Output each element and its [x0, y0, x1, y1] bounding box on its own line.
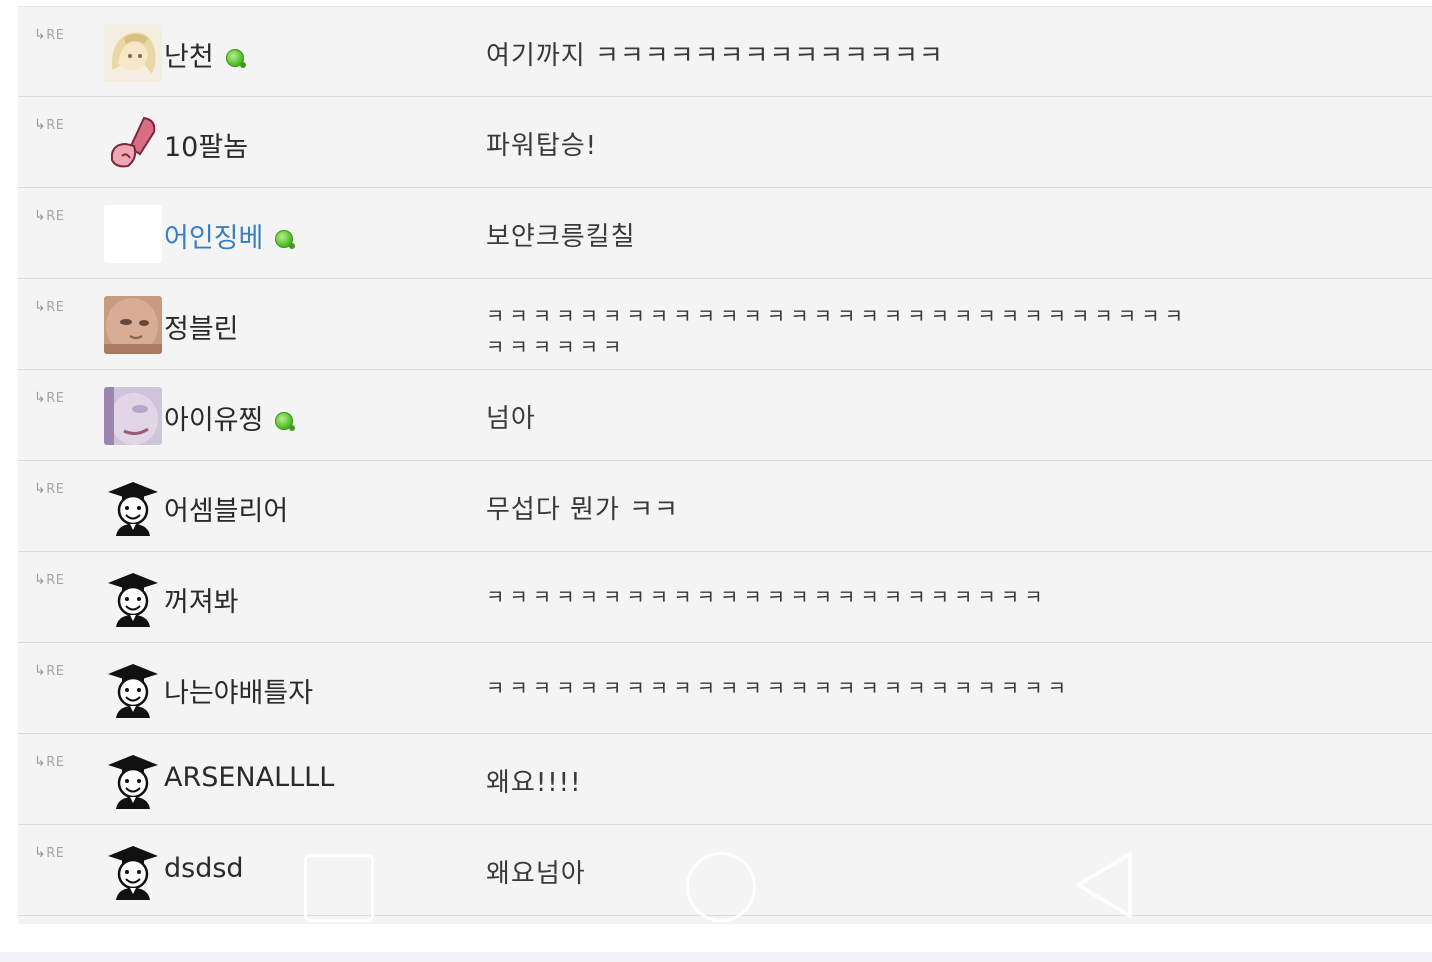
comment-message: 넘아	[486, 404, 536, 434]
nickname[interactable]: 어인징베	[164, 216, 296, 255]
comment-message: 여기까지 ㅋㅋㅋㅋㅋㅋㅋㅋㅋㅋㅋㅋㅋㅋ	[486, 41, 944, 71]
reply-indicator: ↳RE	[34, 572, 64, 588]
avatar[interactable]	[104, 387, 162, 445]
comment-row: ↳RE 아이유찡 넘아	[18, 370, 1432, 461]
comment-row: ↳RE 10팔놈 파워탑승!	[18, 97, 1432, 188]
nickname-text[interactable]: 나는야배틀자	[164, 671, 313, 710]
nickname-text[interactable]: 어셈블리어	[164, 489, 288, 528]
online-status-icon	[275, 229, 296, 249]
nickname[interactable]: 10팔놈	[164, 125, 248, 164]
comment-row: ↳RE 꺼져봐 ㅋㅋㅋㅋㅋㅋㅋㅋㅋㅋㅋㅋㅋㅋㅋㅋㅋㅋㅋㅋㅋㅋㅋㅋ	[18, 552, 1432, 643]
reply-indicator: ↳RE	[34, 845, 64, 861]
avatar[interactable]	[104, 205, 162, 263]
reply-label: RE	[46, 664, 65, 679]
reply-arrow-icon: ↳	[34, 572, 47, 588]
reply-indicator: ↳RE	[34, 208, 64, 224]
reply-label: RE	[46, 300, 65, 315]
comment-row: ↳RE 어셈블리어 무섭다 뭔가 ㅋㅋ	[18, 461, 1432, 552]
comment-message: 왜요!!!!	[486, 768, 582, 798]
reply-label: RE	[46, 482, 65, 497]
footer-strip	[0, 932, 1432, 962]
reply-label: RE	[46, 28, 65, 43]
reply-indicator: ↳RE	[34, 481, 64, 497]
reply-indicator: ↳RE	[34, 390, 64, 406]
reply-arrow-icon: ↳	[34, 663, 47, 679]
nickname[interactable]: ARSENALLLL	[164, 762, 334, 793]
nickname-text[interactable]: 난천	[164, 35, 214, 74]
home-icon[interactable]	[686, 852, 756, 922]
back-icon[interactable]	[1072, 850, 1136, 920]
graduate-avatar-icon[interactable]	[104, 842, 162, 900]
reply-arrow-icon: ↳	[34, 481, 47, 497]
nickname-text[interactable]: 정블린	[164, 307, 239, 346]
reply-indicator: ↳RE	[34, 663, 64, 679]
reply-label: RE	[46, 209, 65, 224]
comment-message: 파워탑승!	[486, 131, 598, 161]
reply-label: RE	[46, 391, 65, 406]
reply-arrow-icon: ↳	[34, 390, 47, 406]
reply-indicator: ↳RE	[34, 27, 64, 43]
reply-indicator: ↳RE	[34, 299, 64, 315]
comment-row: ↳RE 어인징베 보얀크릉킬칠	[18, 188, 1432, 279]
comment-message: 보얀크릉킬칠	[486, 222, 636, 252]
graduate-avatar-icon[interactable]	[104, 569, 162, 627]
nickname[interactable]: dsdsd	[164, 853, 244, 884]
nickname[interactable]: 꺼져봐	[164, 580, 239, 619]
nickname-text[interactable]: dsdsd	[164, 853, 244, 884]
comment-message: 왜요넘아	[486, 859, 586, 889]
avatar[interactable]	[104, 24, 162, 82]
nickname[interactable]: 나는야배틀자	[164, 671, 313, 710]
comment-message: ㅋㅋㅋㅋㅋㅋㅋㅋㅋㅋㅋㅋㅋㅋㅋㅋㅋㅋㅋㅋㅋㅋㅋㅋ	[486, 585, 1048, 609]
online-status-icon	[225, 48, 246, 68]
comment-row: ↳RE 나는야배틀자 ㅋㅋㅋㅋㅋㅋㅋㅋㅋㅋㅋㅋㅋㅋㅋㅋㅋㅋㅋㅋㅋㅋㅋㅋㅋ	[18, 643, 1432, 734]
reply-arrow-icon: ↳	[34, 845, 47, 861]
avatar[interactable]	[104, 114, 162, 172]
nickname-text[interactable]: 아이유찡	[164, 398, 263, 437]
graduate-avatar-icon[interactable]	[104, 660, 162, 718]
nickname-text[interactable]: 어인징베	[164, 216, 263, 255]
nickname-text[interactable]: ARSENALLLL	[164, 762, 334, 793]
reply-indicator: ↳RE	[34, 117, 64, 133]
reply-label: RE	[46, 573, 65, 588]
reply-arrow-icon: ↳	[34, 117, 47, 133]
comment-row: ↳RE ARSENALLLL 왜요!!!!	[18, 734, 1432, 825]
recent-apps-icon[interactable]	[304, 854, 374, 922]
comment-board: ↳RE 난천 여기까지 ㅋㅋㅋㅋㅋㅋㅋㅋㅋㅋㅋㅋㅋㅋ ↳RE 10팔놈 파워탑승…	[18, 6, 1432, 924]
reply-indicator: ↳RE	[34, 754, 64, 770]
comment-message: ㅋㅋㅋㅋㅋㅋㅋㅋㅋㅋㅋㅋㅋㅋㅋㅋㅋㅋㅋㅋㅋㅋㅋㅋㅋㅋㅋㅋㅋㅋㅋㅋㅋㅋㅋㅋ	[486, 304, 1188, 359]
avatar[interactable]	[104, 296, 162, 354]
reply-arrow-icon: ↳	[34, 208, 47, 224]
reply-arrow-icon: ↳	[34, 754, 47, 770]
nickname-text[interactable]: 꺼져봐	[164, 580, 239, 619]
nickname[interactable]: 정블린	[164, 307, 239, 346]
reply-label: RE	[46, 846, 65, 861]
comment-message: 무섭다 뭔가 ㅋㅋ	[486, 495, 679, 525]
nickname[interactable]: 난천	[164, 35, 246, 74]
reply-arrow-icon: ↳	[34, 299, 47, 315]
graduate-avatar-icon[interactable]	[104, 751, 162, 809]
comment-row: ↳RE 난천 여기까지 ㅋㅋㅋㅋㅋㅋㅋㅋㅋㅋㅋㅋㅋㅋ	[18, 6, 1432, 97]
reply-arrow-icon: ↳	[34, 27, 47, 43]
reply-label: RE	[46, 755, 65, 770]
comment-row: ↳RE 정블린 ㅋㅋㅋㅋㅋㅋㅋㅋㅋㅋㅋㅋㅋㅋㅋㅋㅋㅋㅋㅋㅋㅋㅋㅋㅋㅋㅋㅋㅋㅋㅋㅋ…	[18, 279, 1432, 370]
reply-label: RE	[46, 118, 65, 133]
online-status-icon	[275, 411, 296, 431]
graduate-avatar-icon[interactable]	[104, 478, 162, 536]
nickname[interactable]: 어셈블리어	[164, 489, 288, 528]
nickname-text[interactable]: 10팔놈	[164, 125, 248, 164]
comment-message: ㅋㅋㅋㅋㅋㅋㅋㅋㅋㅋㅋㅋㅋㅋㅋㅋㅋㅋㅋㅋㅋㅋㅋㅋㅋ	[486, 676, 1071, 700]
nickname[interactable]: 아이유찡	[164, 398, 296, 437]
